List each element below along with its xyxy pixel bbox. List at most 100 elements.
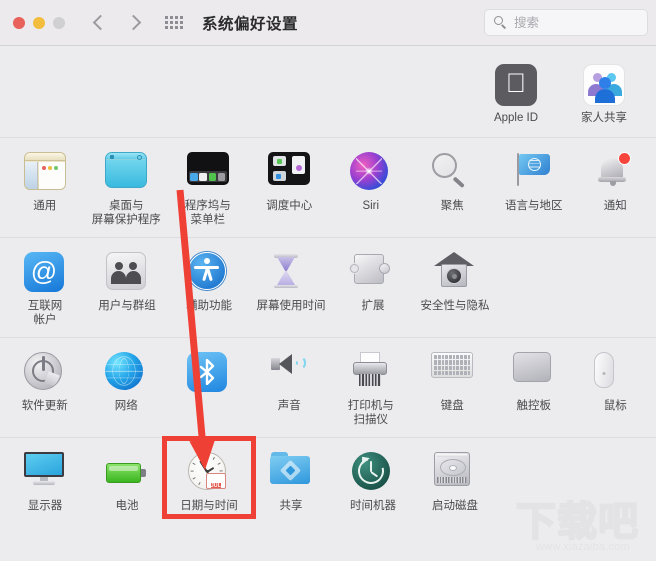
pref-pane-notifications[interactable]: 通知 <box>575 144 656 227</box>
pref-pane-extensions[interactable]: 扩展 <box>332 244 414 327</box>
watermark-text: 下载吧 <box>515 499 639 545</box>
grid-dot <box>175 16 178 19</box>
pref-pane-mouse[interactable]: 鼠标 <box>575 344 656 427</box>
pref-pane-keyboard[interactable]: 键盘 <box>412 344 494 427</box>
preference-panes-grid:  Apple ID 家人共享 <box>0 46 656 523</box>
dock-menubar-icon <box>186 152 229 194</box>
pref-pane-label: 通用 <box>33 200 57 212</box>
watermark-url: www.xiazaiba.com <box>536 541 630 553</box>
pref-pane-label: 互联网 帐户 <box>27 300 63 326</box>
pref-pane-siri[interactable]: Siri <box>330 144 412 227</box>
forward-chevron-icon[interactable] <box>125 14 142 31</box>
pref-pane-users-groups[interactable]: 用户与群组 <box>86 244 168 327</box>
minimize-button[interactable] <box>33 16 45 29</box>
pref-pane-sound[interactable]: 声音 <box>249 344 331 427</box>
pref-pane-label: 鼠标 <box>603 400 627 412</box>
pref-pane-label: 家人共享 <box>581 112 627 124</box>
pref-pane-network[interactable]: 网络 <box>86 344 168 427</box>
desktop-screensaver-icon <box>105 152 148 194</box>
pref-pane-label: Apple ID <box>493 112 539 124</box>
search-icon <box>494 16 507 29</box>
pref-pane-spotlight[interactable]: 聚焦 <box>412 144 494 227</box>
grid-dot <box>180 21 183 24</box>
grid-dot <box>170 21 173 24</box>
pref-pane-label: 用户与群组 <box>98 300 156 312</box>
pref-pane-label: 软件更新 <box>21 400 68 412</box>
bell-icon <box>594 152 636 194</box>
pref-pane-trackpad[interactable]: 触控板 <box>493 344 575 427</box>
trackpad-icon <box>512 352 555 394</box>
pref-pane-family-sharing[interactable]: 家人共享 <box>560 56 648 125</box>
pref-pane-security-privacy[interactable]: 安全性与隐私 <box>414 244 496 327</box>
calendar-badge: JUL 17 <box>206 473 226 489</box>
page-title: 系统偏好设置 <box>202 15 299 33</box>
pref-pane-software-update[interactable]: 软件更新 <box>4 344 86 427</box>
pref-pane-language-region[interactable]: 语言与地区 <box>493 144 575 227</box>
search-field[interactable] <box>484 9 648 36</box>
printer-icon <box>350 352 392 394</box>
bluetooth-icon <box>186 352 229 394</box>
family-sharing-icon <box>583 64 625 106</box>
pref-pane-screen-time[interactable]: 屏幕使用时间 <box>250 244 332 327</box>
pref-pane-dock-menubar[interactable]: 程序坞与 菜单栏 <box>167 144 249 227</box>
grid-dot <box>180 16 183 19</box>
search-input[interactable] <box>514 15 634 30</box>
pref-pane-label: 网络 <box>114 400 138 412</box>
pref-pane-label: 键盘 <box>440 400 464 412</box>
flag-globe-icon <box>513 152 555 194</box>
pref-pane-time-machine[interactable]: 时间机器 <box>332 444 414 513</box>
spotlight-magnifier-icon <box>431 152 473 194</box>
at-sign-icon: @ <box>24 252 66 294</box>
apple-logo-icon:  <box>495 64 537 106</box>
section-hardware: 软件更新 网络 声音 打印机与 扫描仪 键盘 触控板 鼠标 <box>0 338 656 438</box>
pref-pane-label: 共享 <box>279 500 303 512</box>
pref-pane-date-time[interactable]: JUL 17 日期与时间 <box>168 444 250 513</box>
pref-pane-sharing[interactable]: 共享 <box>250 444 332 513</box>
clock-calendar-icon: JUL 17 <box>188 452 230 494</box>
back-chevron-icon[interactable] <box>92 14 109 31</box>
users-icon <box>106 252 148 294</box>
show-all-grid-icon[interactable] <box>165 15 184 30</box>
globe-network-icon <box>105 352 147 394</box>
speaker-icon <box>268 352 310 394</box>
pref-pane-label: 桌面与 屏幕保护程序 <box>91 200 161 226</box>
pref-pane-label: 启动磁盘 <box>432 500 478 512</box>
pref-pane-desktop-screensaver[interactable]: 桌面与 屏幕保护程序 <box>86 144 168 227</box>
sharing-folder-icon <box>270 452 312 494</box>
software-update-icon <box>23 352 66 394</box>
pref-pane-startup-disk[interactable]: 启动磁盘 <box>414 444 496 513</box>
window-toolbar: 系统偏好设置 <box>0 0 656 46</box>
pref-pane-label: 程序坞与 菜单栏 <box>184 200 231 226</box>
pref-pane-label: 显示器 <box>27 500 63 512</box>
pref-pane-label: 声音 <box>277 400 301 412</box>
pref-pane-apple-id[interactable]:  Apple ID <box>472 56 560 125</box>
site-watermark: 下载吧 www.xiazaiba.com <box>515 499 650 559</box>
display-icon <box>24 452 66 494</box>
pref-pane-accessibility[interactable]: 辅助功能 <box>168 244 250 327</box>
pref-pane-bluetooth[interactable] <box>167 344 249 427</box>
zoom-button[interactable] <box>53 16 65 29</box>
pref-pane-printers-scanners[interactable]: 打印机与 扫描仪 <box>330 344 412 427</box>
pref-pane-general[interactable]: 通用 <box>4 144 86 227</box>
pref-pane-label: 触控板 <box>516 400 552 412</box>
house-lock-icon <box>434 252 476 294</box>
pref-pane-label: 辅助功能 <box>186 300 232 312</box>
keyboard-icon <box>431 352 474 394</box>
calendar-month: JUL <box>210 483 222 489</box>
system-preferences-window: 系统偏好设置  Apple ID <box>0 0 656 561</box>
section-account:  Apple ID 家人共享 <box>0 46 656 138</box>
accessibility-icon <box>188 252 230 294</box>
time-machine-icon <box>352 452 394 494</box>
pref-pane-label: 时间机器 <box>350 500 396 512</box>
pref-pane-mission-control[interactable]: 调度中心 <box>249 144 331 227</box>
grid-dot <box>180 26 183 29</box>
pref-pane-label: 屏幕使用时间 <box>256 300 326 312</box>
pref-pane-battery[interactable]: 电池 <box>86 444 168 513</box>
close-button[interactable] <box>13 16 25 29</box>
mouse-icon <box>594 352 636 394</box>
pref-pane-internet-accounts[interactable]: @ 互联网 帐户 <box>4 244 86 327</box>
grid-dot <box>165 26 168 29</box>
pref-pane-displays[interactable]: 显示器 <box>4 444 86 513</box>
puzzle-piece-icon <box>349 252 394 294</box>
hourglass-icon <box>270 252 312 294</box>
